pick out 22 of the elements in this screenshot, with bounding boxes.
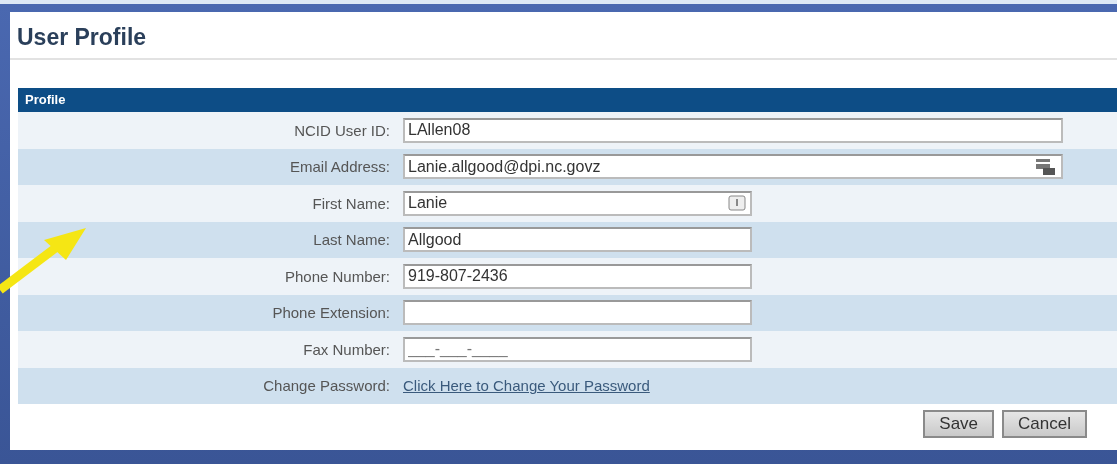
input-field[interactable]: Lanie.allgood@dpi.nc.govz	[403, 154, 1063, 180]
page-title: User Profile	[17, 24, 147, 51]
form-button[interactable]: Save	[923, 410, 995, 438]
field-label: Change Password:	[262, 377, 391, 395]
input-field[interactable]: Allgood	[403, 227, 752, 253]
form-button[interactable]: Cancel	[1002, 410, 1087, 438]
field-label: Phone Number:	[283, 267, 391, 285]
section-header: Profile	[18, 88, 1117, 112]
input-field[interactable]: Lanie	[403, 190, 752, 216]
contact-card-icon[interactable]	[1035, 158, 1057, 177]
field-label: Email Address:	[288, 158, 391, 176]
field-label: Last Name:	[312, 231, 391, 249]
input-field[interactable]	[403, 300, 752, 326]
info-icon[interactable]	[728, 194, 746, 211]
field-label: First Name:	[311, 194, 391, 212]
field-label: NCID User ID:	[293, 121, 391, 139]
input-field[interactable]: ___-___-____	[403, 336, 752, 362]
input-field[interactable]: 919-807-2436	[403, 263, 752, 289]
change-password-link[interactable]: Click Here to Change Your Password	[403, 377, 650, 395]
input-field[interactable]: LAllen08	[403, 117, 1063, 143]
field-label: Phone Extension:	[271, 304, 391, 322]
field-label: Fax Number:	[302, 340, 391, 358]
